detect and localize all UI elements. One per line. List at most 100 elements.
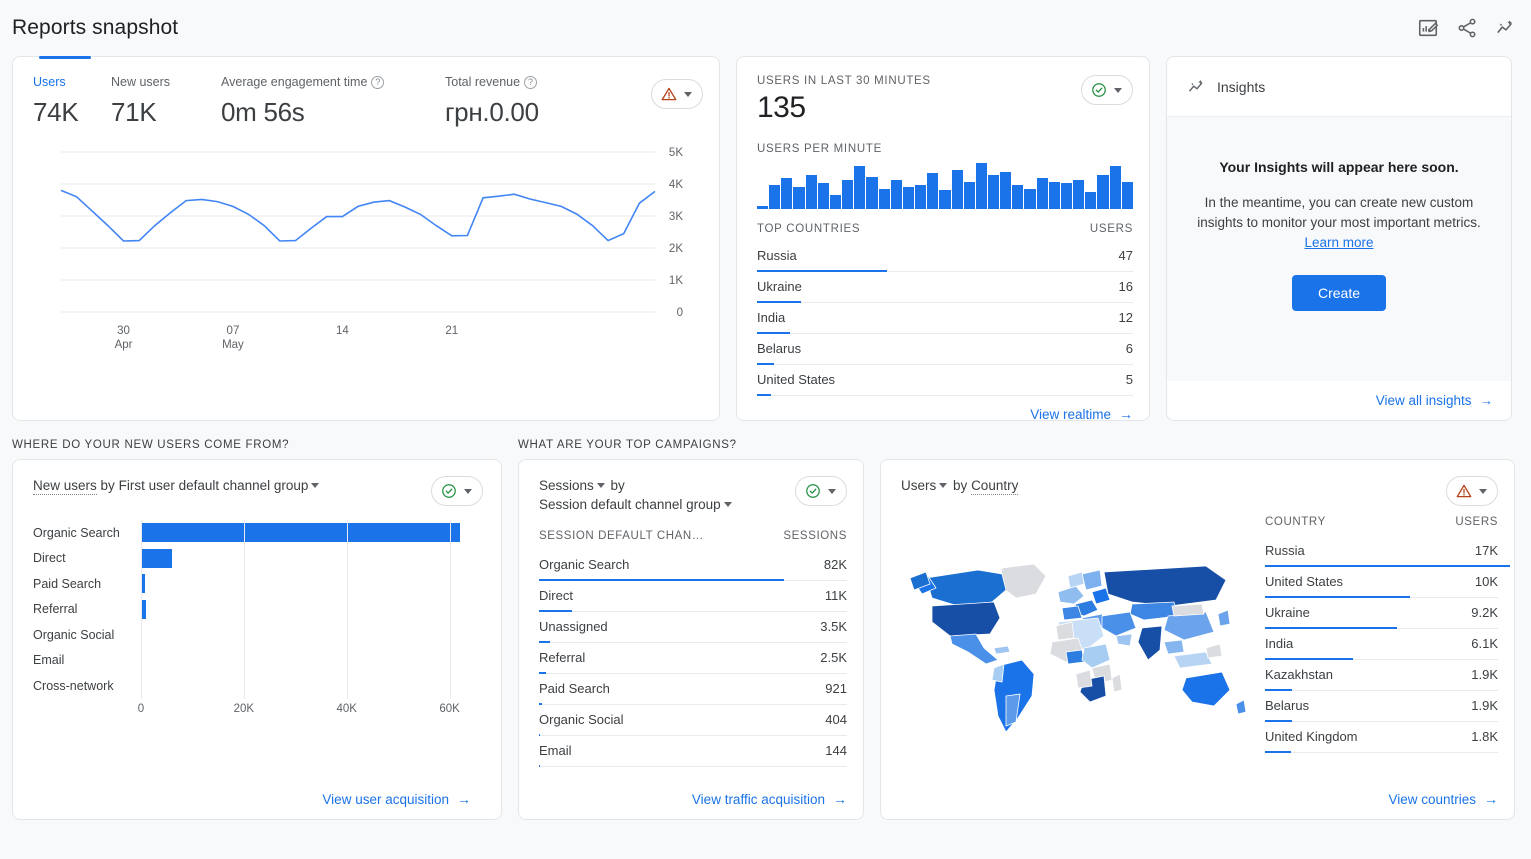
create-insight-button[interactable]: Create <box>1292 275 1386 311</box>
gridline <box>450 520 451 699</box>
bar <box>141 549 172 568</box>
sparkline-bar <box>1012 185 1023 209</box>
row-value: 404 <box>825 712 847 727</box>
bar-chart-row[interactable]: Paid Search <box>33 571 483 597</box>
learn-more-link[interactable]: Learn more <box>1304 235 1373 250</box>
help-icon[interactable]: ? <box>371 76 384 89</box>
acquisition-metric-selector[interactable]: New users <box>33 478 97 495</box>
svg-text:May: May <box>222 339 244 351</box>
bar-chart-row[interactable]: Organic Search <box>33 520 483 546</box>
table-row[interactable]: Organic Social404 <box>539 705 847 736</box>
bar-chart-row[interactable]: Direct <box>33 546 483 572</box>
choropleth-map-svg <box>906 556 1246 741</box>
bottom-row: New users by First user default channel … <box>0 459 1531 820</box>
table-row[interactable]: Paid Search921 <box>539 674 847 705</box>
warning-triangle-icon <box>660 85 678 103</box>
column-header-metric: SESSIONS <box>783 530 847 542</box>
table-row[interactable]: Russia17K <box>1265 536 1498 567</box>
by-label: by <box>101 478 115 493</box>
sparkline-bar <box>842 180 853 209</box>
table-row[interactable]: Russia47 <box>757 241 1133 272</box>
svg-text:5K: 5K <box>669 147 683 159</box>
table-row[interactable]: Direct11K <box>539 581 847 612</box>
table-row[interactable]: Belarus6 <box>757 334 1133 365</box>
sparkline-bar <box>793 187 804 209</box>
column-header-dimension: SESSION DEFAULT CHAN… <box>539 530 704 542</box>
row-label: Russia <box>1265 543 1305 558</box>
svg-text:3K: 3K <box>669 211 683 223</box>
view-all-insights-link[interactable]: View all insights→ <box>1167 381 1511 420</box>
table-row[interactable]: India12 <box>757 303 1133 334</box>
table-row[interactable]: United States10K <box>1265 567 1498 598</box>
table-row[interactable]: Ukraine9.2K <box>1265 598 1498 629</box>
geo-metric-selector[interactable]: Users <box>901 478 949 493</box>
sparkline-bar <box>1061 183 1072 209</box>
table-row[interactable]: United Kingdom1.8K <box>1265 722 1498 753</box>
sparkline-bar <box>830 195 841 209</box>
row-value: 921 <box>825 681 847 696</box>
view-traffic-acquisition-link[interactable]: View traffic acquisition→ <box>539 781 847 819</box>
metric-tab-users[interactable]: Users 74K <box>33 75 105 128</box>
table-row[interactable]: Email144 <box>539 736 847 767</box>
row-label: Direct <box>539 588 573 603</box>
row-value: 12 <box>1119 310 1133 325</box>
acquisition-dimension-selector[interactable]: First user default channel group <box>119 478 322 493</box>
table-row[interactable]: Kazakhstan1.9K <box>1265 660 1498 691</box>
table-row[interactable]: Belarus1.9K <box>1265 691 1498 722</box>
bar-chart-row[interactable]: Organic Social <box>33 622 483 648</box>
table-row[interactable]: Referral2.5K <box>539 643 847 674</box>
section-title-campaigns: WHAT ARE YOUR TOP CAMPAIGNS? <box>518 439 737 451</box>
metric-value: 71K <box>111 97 215 128</box>
by-label: by <box>953 478 967 493</box>
view-realtime-link[interactable]: View realtime→ <box>757 396 1133 434</box>
users-over-time-chart[interactable]: 01K2K3K4K5K30Apr07May1421 <box>33 142 703 357</box>
arrow-right-icon: → <box>1119 406 1133 422</box>
svg-text:21: 21 <box>445 325 458 337</box>
users-per-minute-sparkline[interactable] <box>757 163 1133 209</box>
x-tick-label: 0 <box>138 703 144 715</box>
geo-dimension-selector[interactable]: Country <box>971 478 1018 495</box>
check-circle-icon <box>440 482 458 500</box>
edit-chart-icon[interactable] <box>1417 17 1439 39</box>
data-quality-chip-warning[interactable] <box>651 79 703 109</box>
x-tick-label: 40K <box>336 703 356 715</box>
data-quality-chip-ok[interactable] <box>431 476 483 506</box>
bar-chart-row[interactable]: Referral <box>33 597 483 623</box>
table-row[interactable]: Unassigned3.5K <box>539 612 847 643</box>
row-label: India <box>1265 636 1293 651</box>
campaigns-metric-selector[interactable]: Sessions <box>539 478 607 493</box>
view-user-acquisition-link[interactable]: View user acquisition→ <box>33 781 483 819</box>
arrow-right-icon: → <box>833 791 847 807</box>
table-row[interactable]: United States5 <box>757 365 1133 396</box>
data-quality-chip-warning[interactable] <box>1446 476 1498 506</box>
header-actions <box>1417 17 1517 39</box>
campaigns-dimension-selector[interactable]: Session default channel group <box>539 497 734 512</box>
geo-card-header: Users by Country <box>901 476 1498 506</box>
row-value: 5 <box>1126 372 1133 387</box>
insights-icon[interactable] <box>1495 17 1517 39</box>
metric-tab-new-users[interactable]: New users 71K <box>111 75 215 128</box>
metric-label: Average engagement time <box>221 75 367 89</box>
active-tab-indicator <box>39 56 91 59</box>
metric-tab-engagement-time[interactable]: Average engagement time ? 0m 56s <box>221 75 439 128</box>
x-tick-label: 20K <box>234 703 254 715</box>
bar-chart-row[interactable]: Cross-network <box>33 673 483 699</box>
data-quality-chip-ok[interactable] <box>1081 75 1133 105</box>
data-quality-chip-ok[interactable] <box>795 476 847 506</box>
new-users-bar-chart[interactable]: Organic SearchDirectPaid SearchReferralO… <box>33 520 483 781</box>
help-icon[interactable]: ? <box>524 76 537 89</box>
view-countries-link[interactable]: View countries→ <box>901 781 1498 819</box>
sparkline-bar <box>988 175 999 209</box>
table-row[interactable]: India6.1K <box>1265 629 1498 660</box>
sparkline-bar <box>1024 189 1035 209</box>
realtime-users-value: 135 <box>757 91 931 125</box>
realtime-card: USERS IN LAST 30 MINUTES 135 USERS PER M… <box>736 56 1150 421</box>
column-header-dimension: COUNTRY <box>1265 516 1326 528</box>
bar-chart-row[interactable]: Email <box>33 648 483 674</box>
table-row[interactable]: Organic Search82K <box>539 550 847 581</box>
row-value: 1.9K <box>1471 667 1498 682</box>
world-map[interactable] <box>901 516 1251 781</box>
table-row[interactable]: Ukraine16 <box>757 272 1133 303</box>
metric-tab-total-revenue[interactable]: Total revenue ? грн.0.00 <box>445 75 539 128</box>
share-icon[interactable] <box>1456 17 1478 39</box>
